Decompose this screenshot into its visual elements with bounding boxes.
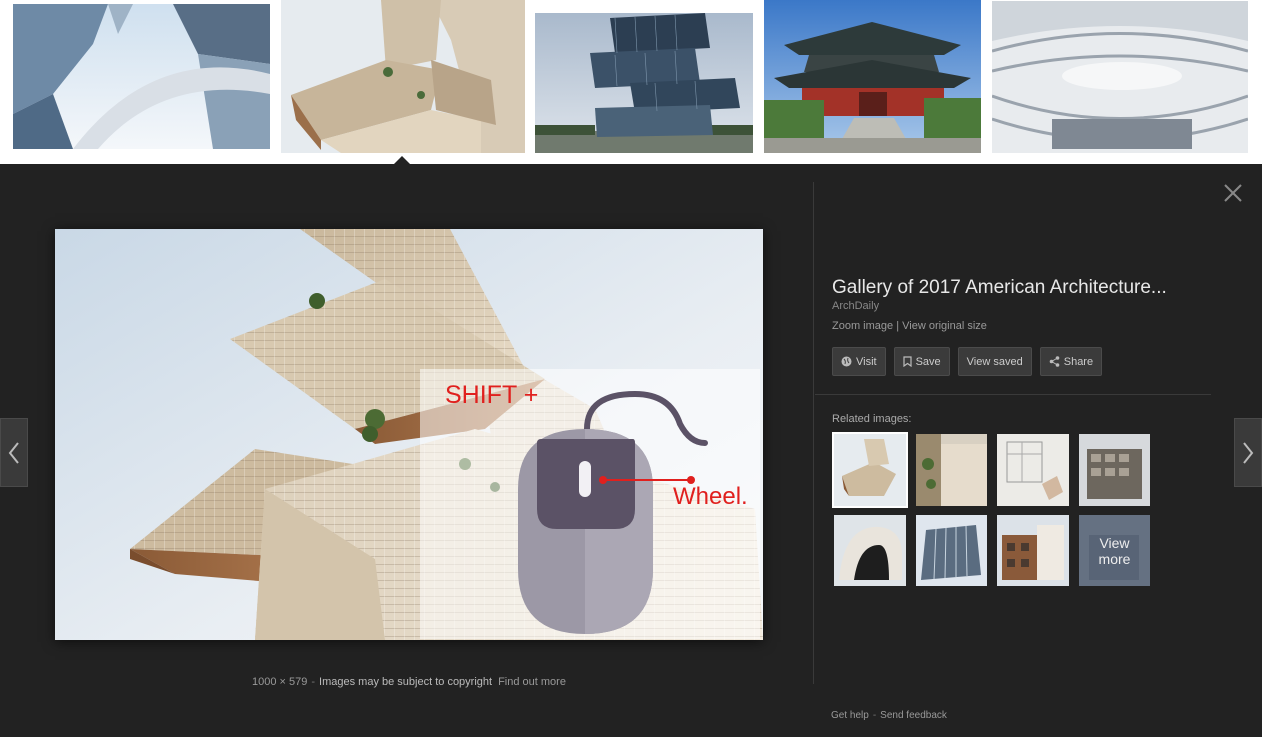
find-out-more-link[interactable]: Find out more (498, 676, 566, 688)
thumbnail-curved-atrium-image (992, 1, 1248, 153)
share-button-label: Share (1063, 355, 1094, 368)
related-image-5[interactable] (834, 515, 906, 586)
image-meta-line: 1000 × 579- Images may be subject to copy… (252, 676, 566, 688)
get-help-link[interactable]: Get help (831, 710, 869, 721)
next-image-button[interactable] (1234, 418, 1262, 487)
chevron-right-icon (1243, 441, 1254, 464)
image-source[interactable]: ArchDaily (832, 300, 879, 312)
related-image-4[interactable] (1079, 434, 1150, 506)
view-more-related-button[interactable]: View more (1079, 515, 1150, 586)
thumbnail-glass-skyscrapers-image (13, 4, 270, 149)
thumbnail-curved-atrium[interactable] (992, 1, 1248, 153)
viewer-footer: Get help - Send feedback (831, 710, 947, 721)
related-image-7[interactable] (997, 515, 1069, 586)
visit-button-label: Visit (856, 355, 877, 368)
share-button[interactable]: Share (1039, 347, 1103, 376)
action-buttons: Visit Save View saved Share (832, 347, 1103, 376)
close-icon[interactable] (1222, 182, 1244, 204)
save-button[interactable]: Save (893, 347, 950, 376)
panel-divider (813, 182, 814, 684)
image-viewer-panel: SHIFT + Wheel. 1000 × 579- Images may be … (0, 164, 1262, 737)
image-search-results: SHIFT + Wheel. 1000 × 579- Images may be … (0, 0, 1262, 737)
related-image-3[interactable] (997, 434, 1069, 506)
share-icon (1049, 356, 1060, 367)
thumbnail-stacked-tower[interactable] (281, 0, 525, 153)
thumbnail-glass-stacked-building[interactable] (535, 13, 753, 153)
overlay-shift-text: SHIFT + (445, 381, 538, 409)
globe-icon (841, 356, 852, 367)
selected-indicator (394, 156, 410, 164)
image-title[interactable]: Gallery of 2017 American Architecture... (832, 277, 1202, 299)
thumbnail-glass-stacked-building-image (535, 13, 753, 153)
view-more-label: View more (1079, 515, 1150, 586)
send-feedback-link[interactable]: Send feedback (880, 710, 947, 721)
thumbnail-stacked-tower-image (281, 0, 525, 153)
overlay-wheel-text: Wheel. (673, 483, 748, 510)
size-links: Zoom image | View original size (832, 320, 987, 332)
related-image-1[interactable] (832, 432, 908, 508)
related-image-2[interactable] (916, 434, 987, 506)
thumbnail-glass-skyscrapers[interactable] (13, 4, 270, 149)
view-original-size-link[interactable]: View original size (902, 320, 987, 332)
view-more-line-2: more (1098, 550, 1131, 567)
save-button-label: Save (915, 355, 941, 368)
view-saved-button[interactable]: View saved (957, 347, 1032, 376)
view-saved-button-label: View saved (966, 355, 1023, 368)
footer-separator: - (872, 710, 877, 721)
visit-button[interactable]: Visit (832, 347, 886, 376)
meta-separator: - (311, 676, 316, 688)
view-more-line-1: View (1099, 534, 1130, 551)
thumbnail-chinese-temple[interactable] (764, 0, 981, 153)
size-links-separator: | (896, 320, 900, 332)
copyright-notice: Images may be subject to copyright (319, 676, 493, 688)
zoom-image-link[interactable]: Zoom image (832, 320, 893, 332)
thumbnail-chinese-temple-image (764, 0, 981, 153)
related-images-label: Related images: (832, 413, 912, 425)
main-preview-image[interactable]: SHIFT + Wheel. (55, 229, 763, 640)
related-image-6[interactable] (916, 515, 987, 586)
chevron-left-icon (8, 441, 19, 464)
previous-image-button[interactable] (0, 418, 28, 487)
bookmark-icon (902, 356, 912, 367)
section-divider (815, 394, 1211, 395)
thumbnail-strip (0, 0, 1262, 164)
image-dimensions: 1000 × 579 (252, 676, 308, 688)
